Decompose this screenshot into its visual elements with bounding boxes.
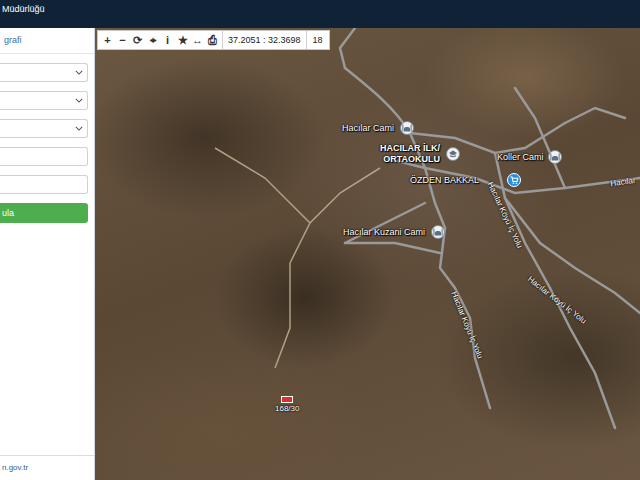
select-field[interactable] xyxy=(0,119,88,138)
satellite-image xyxy=(95,28,640,480)
tool-button[interactable]: − xyxy=(115,32,130,48)
map-place[interactable]: ÖZDEN BAKKAL xyxy=(410,173,521,187)
sidebar: grafi ula n.gov.tr xyxy=(0,28,95,480)
chevron-down-icon xyxy=(75,70,83,75)
map-place[interactable]: Hacılar Kuzani Cami xyxy=(343,225,445,239)
map-place[interactable]: HACILAR İLK/ ORTAOKULU xyxy=(368,143,460,165)
road-network xyxy=(95,28,640,480)
place-label: Hacılar Kuzani Cami xyxy=(343,227,425,237)
tool-button[interactable]: ⌖ xyxy=(145,32,160,48)
tool-button[interactable]: + xyxy=(100,32,115,48)
tool-button[interactable]: ⎙ xyxy=(205,32,220,48)
place-label: ÖZDEN BAKKAL xyxy=(410,175,479,185)
tool-button[interactable]: ↔ xyxy=(190,32,205,48)
parcel-marker-icon xyxy=(281,396,293,403)
select-field[interactable] xyxy=(0,91,88,110)
tool-button[interactable]: ⟳ xyxy=(130,32,145,48)
chevron-down-icon xyxy=(75,98,83,103)
zoom-level: 18 xyxy=(306,31,329,49)
shop-icon xyxy=(507,173,521,187)
mosque-icon xyxy=(431,225,445,239)
select-field[interactable] xyxy=(0,63,88,82)
place-label: HACILAR İLK/ ORTAOKULU xyxy=(368,143,440,165)
header: Müdürlüğü xyxy=(0,0,640,28)
chevron-down-icon xyxy=(75,126,83,131)
text-field[interactable] xyxy=(0,147,88,166)
mosque-icon xyxy=(400,121,414,135)
map[interactable]: +−⟳⌖i★↔⎙37.2051 : 32.369818 Hacılar Cami H… xyxy=(95,28,640,480)
body: grafiulan.gov.tr+−⟳⌖i★↔⎙37.2051 : 32.369… xyxy=(0,28,640,480)
sidebar-footer: n.gov.tr xyxy=(0,455,94,480)
form: ula xyxy=(0,54,94,223)
tool-group: +−⟳⌖i★↔⎙ xyxy=(98,31,222,49)
parcel-label: 168/30 xyxy=(275,404,299,413)
header-title: Müdürlüğü xyxy=(2,4,45,14)
coordinates: 37.2051 : 32.3698 xyxy=(222,31,306,49)
sidebar-tab[interactable]: grafi xyxy=(0,28,94,54)
map-toolbar: +−⟳⌖i★↔⎙37.2051 : 32.369818 xyxy=(97,30,330,50)
text-field[interactable] xyxy=(0,175,88,194)
tool-button[interactable]: ★ xyxy=(175,32,190,48)
map-place[interactable]: Hacılar Cami xyxy=(342,121,414,135)
parcel[interactable]: 168/30 xyxy=(275,396,299,413)
query-button[interactable]: ula xyxy=(0,203,88,223)
page: Müdürlüğügrafiulan.gov.tr+−⟳⌖i★↔⎙37.2051… xyxy=(0,0,640,480)
place-label: Koller Cami xyxy=(497,152,544,162)
school-icon xyxy=(446,147,460,161)
mosque-icon xyxy=(548,150,562,164)
map-place[interactable]: Koller Cami xyxy=(497,150,562,164)
tool-button[interactable]: i xyxy=(160,32,175,48)
place-label: Hacılar Cami xyxy=(342,123,394,133)
